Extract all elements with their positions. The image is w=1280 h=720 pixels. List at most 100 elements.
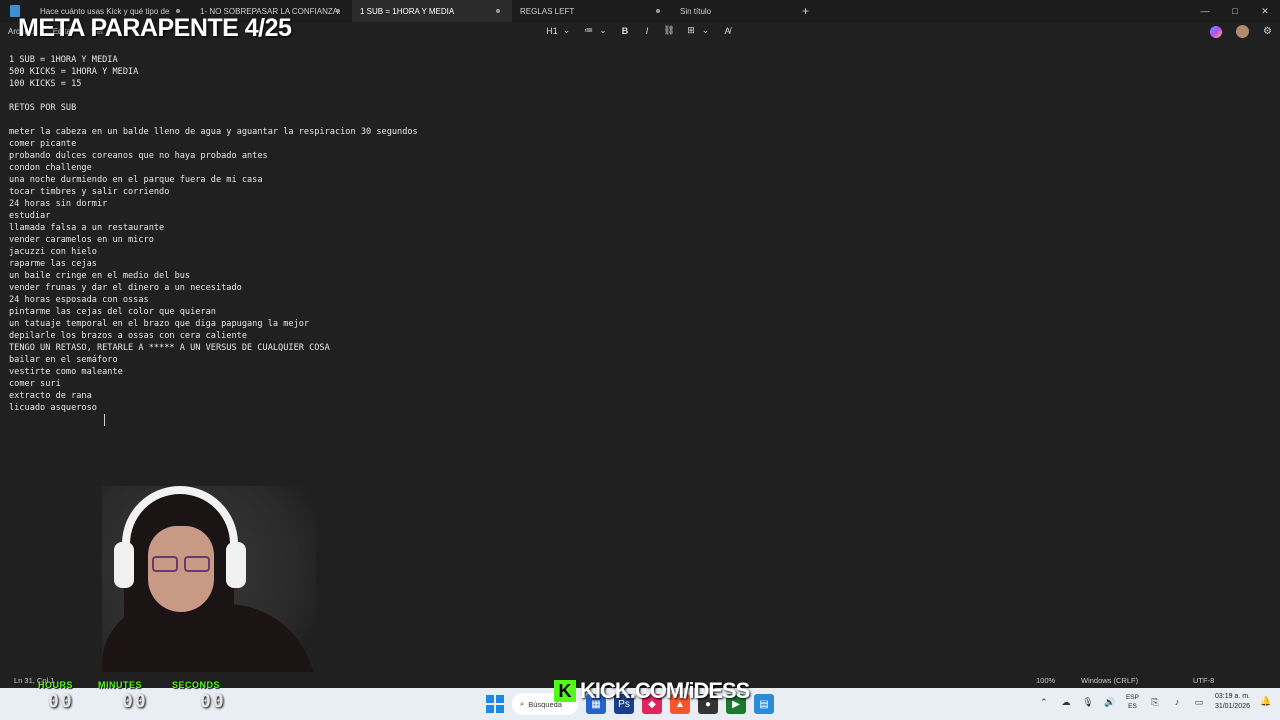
- copilot-icon[interactable]: [1210, 25, 1223, 38]
- editor-line[interactable]: pintarme las cejas del color que quieran: [9, 306, 418, 318]
- editor-line[interactable]: extracto de rana: [9, 390, 418, 402]
- stream-goal-title: META PARAPENTE 4/25: [18, 14, 292, 42]
- table-icon: ⊞: [687, 25, 695, 35]
- minutes-label: MINUTES: [98, 680, 142, 690]
- editor-line[interactable]: 24 horas esposada con ossas: [9, 294, 418, 306]
- link-button[interactable]: ⛓: [663, 25, 675, 36]
- editor-line[interactable]: jacuzzi con hielo: [9, 246, 418, 258]
- headphone-cup-left: [114, 542, 134, 588]
- cloud-icon[interactable]: ☁: [1060, 696, 1072, 708]
- editor-line[interactable]: raparme las cejas: [9, 258, 418, 270]
- editor-line[interactable]: vender caramelos en un micro: [9, 234, 418, 246]
- editor-line[interactable]: 24 horas sin dormir: [9, 198, 418, 210]
- editor-line[interactable]: 500 KICKS = 1HORA Y MEDIA: [9, 66, 418, 78]
- format-toolbar: H1 ⌄ ≔ ⌄ B I ⛓ ⊞ ⌄ A̸: [546, 25, 734, 36]
- zoom-level[interactable]: 100%: [1036, 676, 1055, 685]
- kick-channel-url: KICK.COM/iDESS: [580, 678, 750, 703]
- glasses-icon: [152, 556, 178, 572]
- editor-line[interactable]: depilarle los brazos a ossas con cera ca…: [9, 330, 418, 342]
- hours-value: 00: [48, 691, 74, 712]
- notification-bell-icon[interactable]: 🔔: [1260, 696, 1272, 708]
- minutes-value: 00: [122, 691, 148, 712]
- editor-line[interactable]: [9, 90, 418, 102]
- tab-label: Sin título: [680, 6, 712, 16]
- editor-line[interactable]: una noche durmiendo en el parque fuera d…: [9, 174, 418, 186]
- minimize-button[interactable]: —: [1190, 0, 1220, 22]
- clear-formatting-button[interactable]: A̸: [722, 26, 734, 36]
- list-dropdown[interactable]: ≔ ⌄: [583, 25, 610, 36]
- editor-line[interactable]: licuado asqueroso: [9, 402, 418, 414]
- editor-line[interactable]: comer picante: [9, 138, 418, 150]
- maximize-button[interactable]: □: [1220, 0, 1250, 22]
- system-tray: ⌃ ☁ 🎙 🔊 ESP ES ⎘ ♪ ▭ 03:19 a. m. 31/01/202…: [1038, 692, 1272, 712]
- chevron-up-icon[interactable]: ⌃: [1038, 696, 1050, 708]
- search-icon: ⌕: [520, 699, 525, 708]
- kick-channel-banner: K KICK.COM/iDESS: [554, 678, 750, 704]
- volume-icon[interactable]: 🔊: [1104, 696, 1116, 708]
- editor-line[interactable]: llamada falsa a un restaurante: [9, 222, 418, 234]
- language-code: ESP: [1125, 694, 1139, 701]
- clock-time: 03:19 a. m.: [1214, 693, 1250, 700]
- line-ending[interactable]: Windows (CRLF): [1081, 676, 1138, 685]
- window-controls: — □ ✕: [1190, 0, 1280, 22]
- speaker-icon[interactable]: ♪: [1171, 696, 1183, 708]
- editor-line[interactable]: [9, 114, 418, 126]
- list-icon: ≔: [584, 25, 594, 35]
- editor-line[interactable]: 100 KICKS = 15: [9, 78, 418, 90]
- encoding[interactable]: UTF-8: [1193, 676, 1214, 685]
- editor-line[interactable]: vestirte como maleante: [9, 366, 418, 378]
- account-avatar[interactable]: [1236, 25, 1250, 38]
- close-button[interactable]: ✕: [1250, 0, 1280, 22]
- text-cursor-icon: [104, 414, 109, 426]
- editor-line[interactable]: bailar en el semáforo: [9, 354, 418, 366]
- editor-line[interactable]: condon challenge: [9, 162, 418, 174]
- clock-date: 31/01/2026: [1214, 703, 1250, 710]
- clock[interactable]: 03:19 a. m. 31/01/2026: [1215, 692, 1250, 712]
- glasses-icon: [184, 556, 210, 572]
- windows-start-icon[interactable]: [486, 695, 504, 713]
- editor-line[interactable]: tocar timbres y salir corriendo: [9, 186, 418, 198]
- editor-line[interactable]: meter la cabeza en un balde lleno de agu…: [9, 126, 418, 138]
- italic-button[interactable]: I: [641, 26, 653, 36]
- tab-3[interactable]: REGLAS LEFT: [512, 0, 672, 22]
- toolbar-right: ⚙: [1210, 25, 1272, 38]
- editor-line[interactable]: estudiar: [9, 210, 418, 222]
- battery-icon[interactable]: ▭: [1193, 696, 1205, 708]
- editor-line[interactable]: un baile cringe en el medio del bus: [9, 270, 418, 282]
- kick-logo-icon: K: [554, 680, 576, 702]
- tab-label: 1 SUB = 1HORA Y MEDIA: [360, 6, 455, 16]
- editor-text[interactable]: 1 SUB = 1HORA Y MEDIA 500 KICKS = 1HORA Y…: [9, 54, 418, 414]
- editor-line[interactable]: 1 SUB = 1HORA Y MEDIA: [9, 54, 418, 66]
- headphone-cup-right: [226, 542, 246, 588]
- editor-line[interactable]: un tatuaje temporal en el brazo que diga…: [9, 318, 418, 330]
- heading-label: H1: [546, 25, 558, 36]
- editor-line[interactable]: probando dulces coreanos que no haya pro…: [9, 150, 418, 162]
- settings-gear-icon[interactable]: ⚙: [1263, 26, 1272, 37]
- hours-label: HOURS: [38, 680, 74, 690]
- heading-dropdown[interactable]: H1 ⌄: [546, 25, 573, 36]
- new-tab-button[interactable]: +: [802, 4, 809, 18]
- chevron-down-icon: ⌄: [562, 25, 571, 35]
- language-indicator[interactable]: ESP ES: [1126, 693, 1139, 711]
- microphone-icon[interactable]: 🎙: [1082, 696, 1094, 708]
- seconds-value: 00: [200, 691, 226, 712]
- notepad-taskbar-icon[interactable]: ▤: [754, 694, 774, 714]
- tab-4[interactable]: Sin título: [672, 0, 792, 22]
- tab-2-active[interactable]: 1 SUB = 1HORA Y MEDIA: [352, 0, 512, 22]
- table-dropdown[interactable]: ⊞ ⌄: [685, 25, 712, 36]
- unsaved-dot-icon: [176, 9, 180, 13]
- seconds-label: SECONDS: [172, 680, 221, 690]
- unsaved-dot-icon: [336, 9, 340, 13]
- chevron-down-icon: ⌄: [701, 25, 710, 35]
- stream-timer: HOURS MINUTES SECONDS 00 00 00: [30, 678, 240, 720]
- editor-line[interactable]: vender frunas y dar el dinero a un neces…: [9, 282, 418, 294]
- bold-button[interactable]: B: [619, 26, 631, 36]
- editor-line[interactable]: RETOS POR SUB: [9, 102, 418, 114]
- network-icon[interactable]: ⎘: [1149, 696, 1161, 708]
- editor-line[interactable]: comer suri: [9, 378, 418, 390]
- unsaved-dot-icon: [656, 9, 660, 13]
- tab-label: REGLAS LEFT: [520, 6, 575, 16]
- webcam-overlay: [102, 486, 316, 692]
- unsaved-dot-icon: [496, 9, 500, 13]
- editor-line[interactable]: TENGO UN RETASO, RETARLE A ***** A UN VE…: [9, 342, 418, 354]
